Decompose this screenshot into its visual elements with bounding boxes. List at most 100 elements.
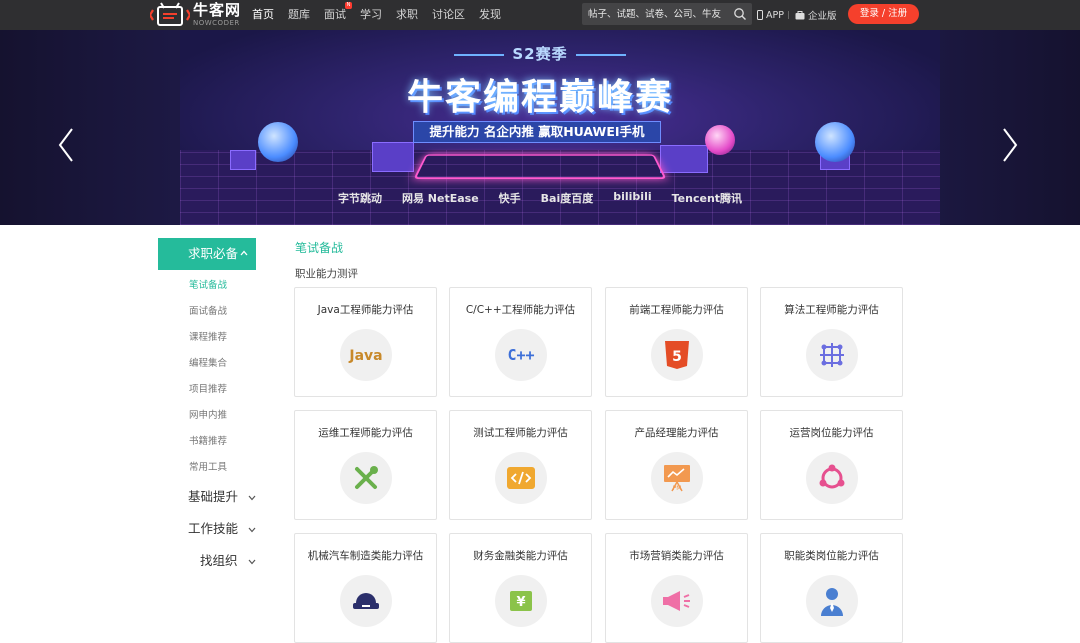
svg-text:Java: Java	[348, 348, 382, 364]
enterprise-link[interactable]: 企业版	[795, 0, 837, 30]
nav-question-bank[interactable]: 题库	[288, 0, 310, 30]
divider	[575, 53, 626, 56]
main-nav: 首页 题库 面试 N 学习 求职 讨论区 发现	[252, 0, 515, 30]
app-link[interactable]: APP	[757, 0, 784, 30]
app-label: APP	[766, 9, 784, 21]
chevron-left-icon[interactable]	[56, 125, 76, 165]
card-title: 测试工程师能力评估	[473, 427, 568, 439]
sidebar-item-coding-collection[interactable]: 编程集合	[189, 355, 227, 369]
banner-season-row: S2赛季	[0, 43, 1080, 64]
sidebar-item-interview-prep[interactable]: 面试备战	[189, 303, 227, 317]
sidebar-head-job-prep[interactable]: 求职必备	[158, 238, 256, 270]
nav-home[interactable]: 首页	[252, 0, 274, 30]
assessment-card-functional[interactable]: 职能类岗位能力评估	[760, 533, 903, 643]
sponsor-tencent: Tencent腾讯	[671, 192, 743, 205]
sidebar-group-basics[interactable]: 基础提升	[188, 486, 256, 505]
new-badge: N	[345, 2, 352, 9]
site-logo[interactable]: 牛客网 NOWCODER	[150, 2, 246, 28]
logo-mark-icon	[150, 2, 190, 26]
sidebar-head-label: 求职必备	[188, 246, 239, 261]
divider	[454, 53, 505, 56]
sponsor-baidu: Bai度百度	[540, 192, 594, 205]
nav-jobs[interactable]: 求职	[396, 0, 418, 30]
planet-icon	[705, 125, 735, 155]
person-icon	[806, 575, 858, 627]
html5-icon: 5	[651, 329, 703, 381]
megaphone-icon	[651, 575, 703, 627]
card-title: 前端工程师能力评估	[629, 304, 724, 316]
card-title: C/C++工程师能力评估	[465, 304, 576, 316]
chevron-down-icon	[248, 559, 255, 564]
card-title: 财务金融类能力评估	[473, 550, 568, 562]
decor-cube	[372, 142, 414, 172]
login-register-button[interactable]: 登录 / 注册	[848, 4, 919, 24]
sidebar-item-courses[interactable]: 课程推荐	[189, 329, 227, 343]
vehicle-icon	[340, 575, 392, 627]
sidebar-item-projects[interactable]: 项目推荐	[189, 381, 227, 395]
assessment-card-finance[interactable]: 财务金融类能力评估 ¥	[449, 533, 592, 643]
sponsor-bytedance: 字节跳动	[337, 192, 382, 205]
assessment-card-marketing[interactable]: 市场营销类能力评估	[605, 533, 748, 643]
card-title: 市场营销类能力评估	[629, 550, 724, 562]
svg-text:PM: PM	[673, 485, 682, 492]
sponsor-netease: 网易 NetEase	[401, 192, 479, 205]
briefcase-icon	[795, 10, 805, 19]
sidebar-item-written-test[interactable]: 笔试备战	[189, 277, 227, 291]
logo-subtext: NOWCODER	[193, 19, 240, 27]
sidebar-item-tools[interactable]: 常用工具	[189, 459, 227, 473]
search-box	[582, 3, 752, 25]
sidebar-group-work-skills[interactable]: 工作技能	[188, 518, 256, 537]
banner-season: S2赛季	[512, 45, 568, 63]
assessment-card-cpp[interactable]: C/C++工程师能力评估 C++	[449, 287, 592, 397]
sidebar-group-label: 工作技能	[188, 521, 239, 536]
card-title: 运维工程师能力评估	[318, 427, 413, 439]
assessment-card-product[interactable]: 产品经理能力评估 PM	[605, 410, 748, 520]
assessment-card-operations[interactable]: 运营岗位能力评估	[760, 410, 903, 520]
card-title: 产品经理能力评估	[634, 427, 719, 439]
assessment-card-frontend[interactable]: 前端工程师能力评估 5	[605, 287, 748, 397]
enterprise-label: 企业版	[808, 11, 837, 22]
nav-learn[interactable]: 学习	[360, 0, 382, 30]
sponsor-kuaishou: 快手	[498, 192, 521, 205]
nav-interview[interactable]: 面试 N	[324, 0, 352, 30]
svg-text:C++: C++	[507, 346, 534, 364]
code-icon	[495, 452, 547, 504]
svg-text:5: 5	[672, 349, 682, 365]
search-input[interactable]	[588, 6, 728, 22]
wrench-icon	[340, 452, 392, 504]
trophy-icon	[258, 122, 298, 162]
java-icon: Java	[340, 329, 392, 381]
search-icon[interactable]	[733, 7, 747, 21]
decor-cube	[230, 150, 256, 170]
card-title: 运营岗位能力评估	[789, 427, 874, 439]
sidebar-item-books[interactable]: 书籍推荐	[189, 433, 227, 447]
cpp-icon: C++	[495, 329, 547, 381]
banner-subline: 提升能力 名企内推 赢取HUAWEI手机	[413, 121, 661, 143]
section-title: 笔试备战	[295, 241, 344, 255]
chevron-right-icon[interactable]	[1000, 125, 1020, 165]
promo-banner[interactable]: S2赛季 牛客编程巅峰赛 提升能力 名企内推 赢取HUAWEI手机 字节跳动 网…	[0, 30, 1080, 225]
sponsor-bilibili: bilibili	[613, 190, 652, 203]
assessment-card-java[interactable]: Java工程师能力评估 Java	[294, 287, 437, 397]
subsection-title: 职业能力测评	[295, 268, 358, 280]
nav-discover[interactable]: 发现	[479, 0, 501, 30]
sidebar-item-referrals[interactable]: 网申内推	[189, 407, 227, 421]
chevron-down-icon	[248, 495, 256, 500]
sidebar-group-organization[interactable]: 找组织	[200, 550, 256, 569]
nav-interview-label: 面试	[324, 8, 346, 21]
card-title: 机械汽车制造类能力评估	[307, 550, 424, 562]
algorithm-icon	[806, 329, 858, 381]
card-title: Java工程师能力评估	[317, 304, 414, 316]
assessment-card-mechanical[interactable]: 机械汽车制造类能力评估	[294, 533, 437, 643]
chevron-up-icon	[240, 250, 248, 256]
trophy-icon	[815, 122, 855, 162]
assessment-card-ops[interactable]: 运维工程师能力评估	[294, 410, 437, 520]
logo-text: 牛客网	[193, 1, 242, 19]
top-navbar: 牛客网 NOWCODER 首页 题库 面试 N 学习 求职 讨论区 发现 APP	[0, 0, 1080, 30]
assessment-card-testing[interactable]: 测试工程师能力评估	[449, 410, 592, 520]
sidebar-group-label: 找组织	[200, 553, 238, 568]
decor-cube	[660, 145, 708, 173]
nav-discussion[interactable]: 讨论区	[432, 0, 465, 30]
assessment-card-algorithm[interactable]: 算法工程师能力评估	[760, 287, 903, 397]
chevron-down-icon	[248, 527, 256, 532]
